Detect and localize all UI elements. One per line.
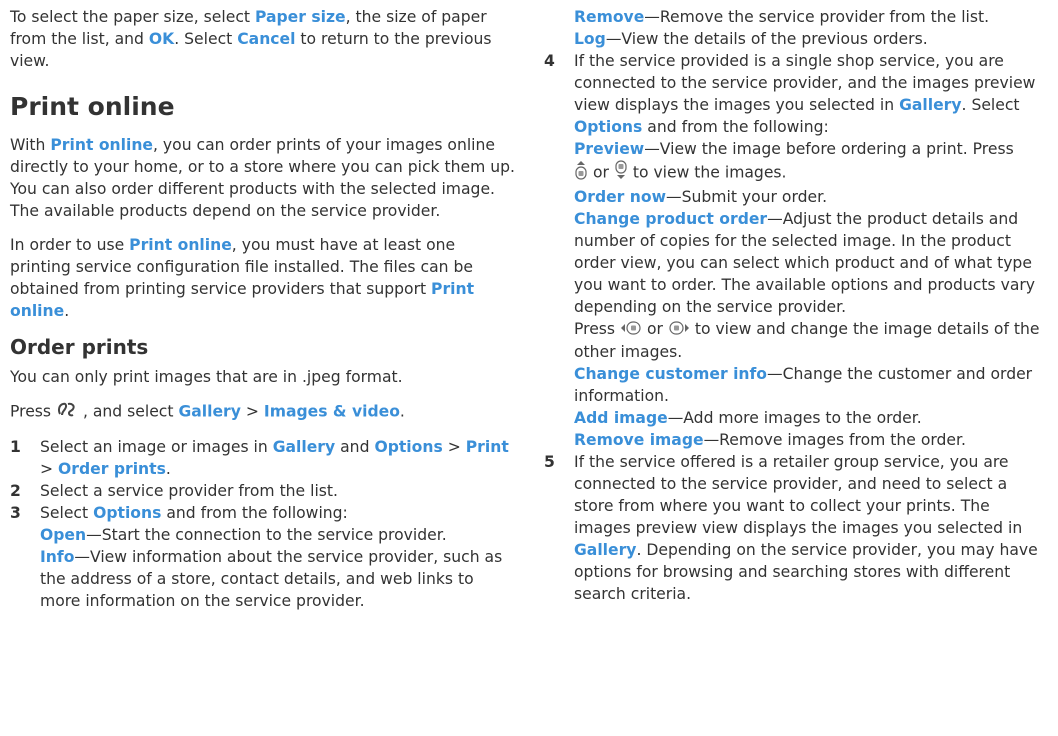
gallery-keyword: Gallery xyxy=(272,438,336,456)
cancel-keyword: Cancel xyxy=(237,30,296,48)
section-heading: Print online xyxy=(10,92,175,121)
subsection-heading: Order prints xyxy=(10,335,149,359)
menu-key-icon xyxy=(56,400,78,424)
step-4: 4 If the service provided is a single sho… xyxy=(544,50,1050,451)
gallery-keyword: Gallery xyxy=(899,96,962,114)
change-product-order-option: Change product order—Adjust the product … xyxy=(574,210,1040,361)
format-note: You can only print images that are in .j… xyxy=(10,368,403,386)
print-online-paragraph: With Print online, you can order prints … xyxy=(10,136,515,220)
remove-option: Remove—Remove the service provider from … xyxy=(574,8,990,26)
step-1: 1 Select an image or images in Gallery an… xyxy=(10,438,509,478)
options-keyword: Options xyxy=(574,118,643,136)
step-3-continued: Remove—Remove the service provider from … xyxy=(544,6,1050,50)
images-video-keyword: Images & video xyxy=(263,402,400,421)
order-prints-keyword: Order prints xyxy=(58,460,166,478)
left-column: To select the paper size, select Paper s… xyxy=(10,6,518,612)
step-number: 3 xyxy=(10,504,21,522)
scroll-down-key-icon xyxy=(614,160,628,186)
step-number: 2 xyxy=(10,482,21,500)
step-2: 2 Select a service provider from the list… xyxy=(10,482,338,500)
order-now-option: Order now—Submit your order. xyxy=(574,188,828,206)
right-column: Remove—Remove the service provider from … xyxy=(544,6,1050,605)
steps-list: 1 Select an image or images in Gallery an… xyxy=(10,436,518,612)
steps-list-continued: 4 If the service provided is a single sho… xyxy=(544,50,1050,605)
intro-paragraph: To select the paper size, select Paper s… xyxy=(10,8,492,70)
scroll-up-key-icon xyxy=(574,160,588,186)
requirements-paragraph: In order to use Print online, you must h… xyxy=(10,236,475,320)
add-image-option: Add image—Add more images to the order. xyxy=(574,408,922,427)
paper-size-keyword: Paper size xyxy=(254,8,346,26)
log-option: Log—View the details of the previous ord… xyxy=(574,30,928,48)
step-5: 5 If the service offered is a retailer gr… xyxy=(544,452,1038,603)
info-option: Info—View information about the service … xyxy=(40,548,503,610)
step-3: 3 Select Options and from the following: … xyxy=(10,502,518,612)
step-number: 1 xyxy=(10,438,21,456)
options-keyword: Options xyxy=(374,438,443,456)
scroll-left-key-icon xyxy=(620,319,642,341)
print-keyword: Print xyxy=(465,438,509,456)
change-customer-info-option: Change customer info—Change the customer… xyxy=(574,364,1033,405)
options-keyword: Options xyxy=(93,504,162,522)
remove-image-option: Remove image—Remove images from the orde… xyxy=(574,430,966,449)
press-instruction: Press , and select Gallery > Images & vi… xyxy=(10,400,518,424)
preview-option: Preview—View the image before ordering a… xyxy=(574,138,1050,186)
print-online-keyword: Print online xyxy=(129,236,232,254)
scroll-right-key-icon xyxy=(668,319,690,341)
step-number: 5 xyxy=(544,452,555,471)
open-option: Open—Start the connection to the service… xyxy=(40,526,447,544)
step-number: 4 xyxy=(544,52,555,70)
gallery-keyword: Gallery xyxy=(178,402,241,421)
print-online-keyword: Print online xyxy=(50,136,154,154)
ok-keyword: OK xyxy=(148,30,175,48)
gallery-keyword: Gallery xyxy=(574,540,637,559)
